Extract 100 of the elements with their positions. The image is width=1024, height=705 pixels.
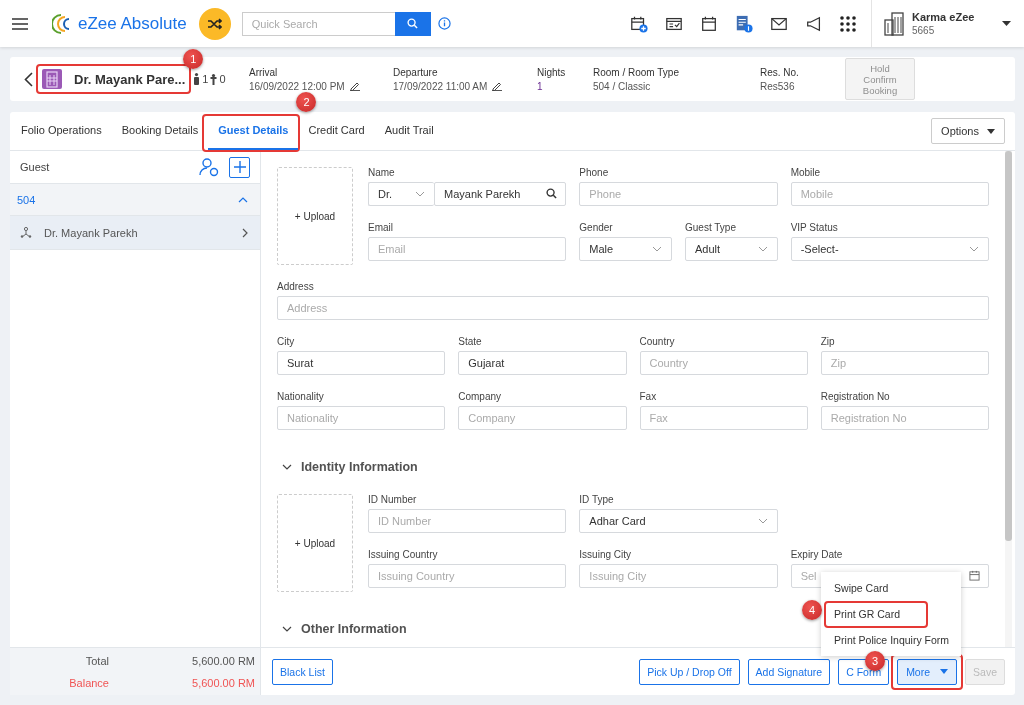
chevron-down-icon [969,246,979,252]
add-guest-button[interactable] [229,156,250,178]
text-field[interactable]: Company [458,406,627,430]
text-field[interactable]: Surat [277,351,446,375]
detail-value: Res536 [760,80,795,92]
calendar-plus-icon[interactable] [630,14,648,33]
text-field[interactable]: Phone [579,182,778,206]
field-label: Guest Type [685,222,737,234]
field-label: Mobile [790,167,822,179]
text-field[interactable]: Gujarat [458,351,627,375]
total-label: Balance [68,676,109,689]
options-button[interactable]: Options [931,118,1005,144]
field-label: Company [458,391,503,403]
hotel-code: 5665 [912,25,936,36]
dropdown[interactable]: Adhar Card [579,509,778,533]
room-row[interactable]: 504 [10,184,260,216]
calendar-icon[interactable] [700,14,718,33]
field-label: ID Type [579,494,615,506]
field-label: Expiry Date [790,549,844,561]
menu-item[interactable]: Print GR Card [834,607,901,620]
adult-icon [193,73,201,85]
pencil-icon[interactable] [349,81,360,91]
invoice-icon[interactable] [735,14,753,33]
people-icon [20,227,32,238]
tab[interactable]: Guest Details [208,112,299,150]
tab[interactable]: Credit Card [298,112,375,150]
dropdown[interactable]: Adult [685,237,778,261]
action-button[interactable]: Pick Up / Drop Off [639,658,740,685]
field-label: Nationality [277,391,325,403]
field-label: Phone [579,167,610,179]
text-field[interactable]: Registration No [820,406,989,430]
action-button[interactable]: Add Signature [747,658,831,685]
detail-value: 17/09/2022 11:00 AM [393,80,488,92]
field-label: State [458,336,483,348]
guest-lookup-icon[interactable] [199,157,219,177]
text-field[interactable]: Nationality [277,406,446,430]
text-field[interactable]: ID Number [368,509,567,533]
field-label: City [277,336,296,348]
chevron-down-icon[interactable] [282,464,292,470]
photo-upload[interactable]: + Upload [277,494,353,592]
field-label: Country [639,336,676,348]
search-button[interactable] [394,11,431,36]
back-icon[interactable] [24,71,33,87]
name-search-field[interactable]: Mayank Parekh [434,182,567,206]
dropdown[interactable]: -Select- [790,237,989,261]
callout-badge: 4 [802,599,823,620]
text-field[interactable]: Issuing City [579,564,778,588]
chevron-down-icon[interactable] [282,626,292,632]
text-field[interactable]: Zip [820,351,989,375]
text-field[interactable]: Address [277,296,989,320]
menu-item[interactable]: Print Police Inquiry Form [834,633,950,646]
field-label: VIP Status [790,222,839,234]
tab[interactable]: Booking Details [111,112,209,150]
detail-label: Arrival [249,66,279,78]
text-field[interactable]: Email [368,237,567,261]
title-dropdown[interactable]: Dr. [368,182,434,206]
scrollbar[interactable] [1005,151,1012,647]
info-icon[interactable] [437,17,451,30]
caret-down-icon [940,669,949,674]
detail-value: 504 / Classic [593,80,651,92]
field-label: Issuing City [579,549,632,561]
tab[interactable]: Folio Operations [11,112,112,150]
total-value: 5,600.00 RM [191,676,255,689]
field-label: Zip [820,336,836,348]
guest-name: Dr. Mayank Pare... [74,71,186,87]
apps-grid-icon[interactable] [840,15,856,32]
text-field[interactable]: Mobile [790,182,989,206]
more-button[interactable]: More [897,658,958,685]
menu-item[interactable]: Swipe Card [834,581,889,594]
caret-down-icon [987,128,995,134]
search-icon [407,18,419,29]
search-icon[interactable] [546,188,558,199]
section-title: Other Information [301,622,407,636]
field-label: Gender [579,222,614,234]
shuffle-button[interactable] [198,7,231,40]
guest-row[interactable]: Dr. Mayank Parekh [10,216,260,250]
photo-upload[interactable]: + Upload [277,167,353,265]
menu-icon[interactable] [12,17,28,30]
text-field[interactable]: Country [639,351,808,375]
shuffle-icon [207,17,222,30]
dropdown[interactable]: Male [579,237,672,261]
megaphone-icon[interactable] [805,14,823,33]
plus-icon [233,161,246,173]
app-name: eZee Absolute [78,13,187,34]
tab[interactable]: Audit Trail [374,112,444,150]
search-field[interactable]: Quick Search [241,11,395,36]
child-icon [210,73,218,85]
text-field[interactable]: Fax [639,406,808,430]
text-field[interactable]: Issuing Country [368,564,567,588]
caret-down-icon[interactable] [1002,21,1011,26]
pencil-icon[interactable] [492,81,503,91]
action-button[interactable]: Black List [272,658,333,685]
field-label: Name [368,167,396,179]
field-label: ID Number [368,494,418,506]
detail-label: Nights [537,66,567,78]
chevron-down-icon [415,191,425,197]
section-title: Identity Information [301,460,418,474]
field-label: Email [368,222,394,234]
chevron-right-icon [242,227,248,238]
detail-value: 1 [537,80,543,92]
